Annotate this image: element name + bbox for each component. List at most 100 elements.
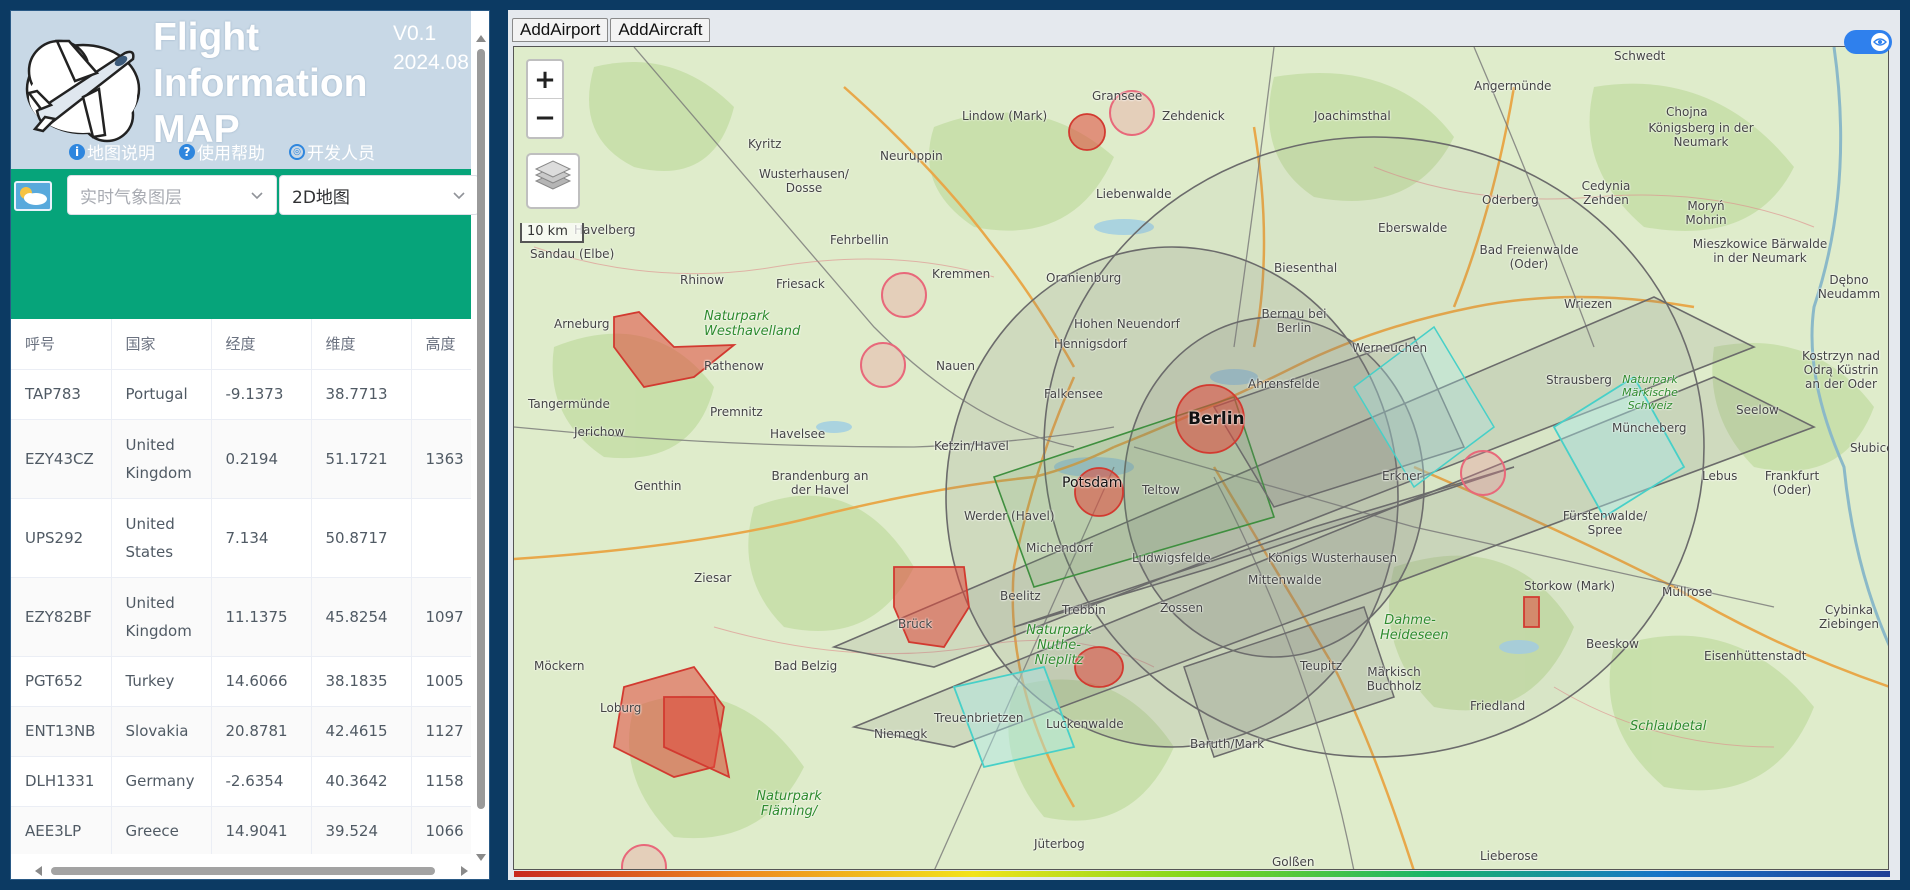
place-label: Kyritz [748, 137, 782, 151]
usage-help-label: 使用帮助 [197, 144, 265, 164]
cell-longitude: 7.134 [211, 498, 312, 578]
place-label: Premnitz [710, 405, 763, 419]
usage-help-link[interactable]: ? 使用帮助 [179, 139, 265, 164]
park-label: Naturpark Märkische Schweiz [1622, 373, 1678, 412]
place-label: Werder (Havel) [964, 509, 1055, 523]
cell-callsign: TAP783 [11, 369, 112, 420]
col-latitude[interactable]: 维度 [311, 319, 412, 370]
place-label: Rhinow [680, 273, 725, 287]
place-label: Gransee [1092, 89, 1143, 103]
map-guide-link[interactable]: i 地图说明 [69, 139, 155, 164]
airplane-cloud-logo [25, 39, 141, 143]
cell-country: United Kingdom [111, 577, 212, 657]
scrollbar-thumb[interactable] [51, 867, 435, 875]
table-vertical-scrollbar[interactable] [473, 35, 489, 861]
cell-callsign: PGT652 [11, 656, 112, 707]
map-type-value: 2D地图 [292, 187, 350, 208]
cell-callsign: ENT13NB [11, 706, 112, 757]
place-label: Fürstenwalde/ Spree [1562, 509, 1648, 537]
layer-switcher-button[interactable] [526, 153, 580, 209]
place-label: Cybinka Ziebingen [1818, 603, 1880, 631]
zoom-control: + − [526, 59, 564, 139]
table-row[interactable]: AEE3LP Greece 14.9041 39.524 1066 [11, 806, 471, 854]
flight-table: 呼号 国家 经度 维度 高度 TAP783 Portugal -9.1373 3… [11, 319, 471, 854]
scrollbar-thumb[interactable] [477, 49, 485, 809]
scroll-down-arrow-icon[interactable] [476, 854, 486, 861]
cell-callsign: DLH1331 [11, 756, 112, 807]
zoom-out-button[interactable]: − [528, 99, 562, 137]
place-label: Teupitz [1300, 659, 1343, 673]
weather-layer-button[interactable] [14, 181, 52, 211]
place-label: Angermünde [1474, 79, 1552, 93]
cell-latitude: 45.8254 [311, 577, 412, 657]
info-icon: i [69, 143, 85, 160]
weather-icon [20, 187, 47, 205]
place-label: Frankfurt (Oder) [1764, 469, 1820, 497]
place-label: Słubice [1850, 441, 1888, 455]
help-icon: ? [179, 143, 195, 160]
table-row[interactable]: DLH1331 Germany -2.6354 40.3642 1158 [11, 756, 471, 807]
cell-country: Portugal [111, 369, 212, 420]
table-row[interactable]: ENT13NB Slovakia 20.8781 42.4615 1127 [11, 706, 471, 757]
place-label: Oderberg [1482, 193, 1539, 207]
cell-country: United States [111, 498, 212, 578]
place-label: Möckern [534, 659, 585, 673]
place-label: Erkner [1382, 469, 1422, 483]
add-aircraft-button[interactable]: AddAircraft [610, 18, 711, 42]
developers-link[interactable]: ◎ 开发人员 [289, 139, 375, 164]
table-horizontal-scrollbar[interactable] [11, 863, 471, 879]
place-label: Jüterbog [1034, 837, 1085, 851]
table-header-row: 呼号 国家 经度 维度 高度 [11, 319, 471, 370]
map-canvas[interactable]: Schwedt Angermünde Gransee Zehdenick Joa… [513, 46, 1889, 870]
table-row[interactable]: EZY82BF United Kingdom 11.1375 45.8254 1… [11, 577, 471, 657]
place-label: Liebenwalde [1096, 187, 1172, 201]
place-label: Strausberg [1546, 373, 1612, 387]
weather-layer-placeholder: 实时气象图层 [80, 187, 182, 208]
visibility-toggle[interactable] [1844, 30, 1892, 54]
weather-layer-select[interactable]: 实时气象图层 [67, 175, 277, 215]
add-airport-button[interactable]: AddAirport [512, 18, 609, 42]
map-toolbar: AddAirport AddAircraft [512, 18, 711, 42]
cell-longitude: 0.2194 [211, 419, 312, 499]
col-callsign[interactable]: 呼号 [11, 319, 112, 370]
place-label: Neuruppin [880, 149, 943, 163]
flight-info-panel: Flight Information MAP V0.1 2024.08 i 地图… [10, 10, 490, 880]
place-label: Baruth/Mark [1190, 737, 1265, 751]
place-label: Moryń Mohrin [1685, 199, 1727, 227]
place-label: Zossen [1160, 601, 1204, 615]
place-label: Wusterhausen/ Dosse [759, 167, 849, 195]
table-row[interactable]: EZY43CZ United Kingdom 0.2194 51.1721 13… [11, 419, 471, 499]
scroll-left-arrow-icon[interactable] [35, 866, 42, 876]
table-row[interactable]: UPS292 United States 7.134 50.8717 [11, 498, 471, 578]
scroll-right-arrow-icon[interactable] [461, 866, 468, 876]
place-label: Königsberg in der Neumark [1648, 121, 1754, 149]
cell-latitude: 50.8717 [311, 498, 412, 578]
cell-altitude: 1005 [411, 656, 471, 707]
zoom-in-button[interactable]: + [528, 61, 562, 99]
cell-longitude: -9.1373 [211, 369, 312, 420]
version-info: V0.1 2024.08 [393, 19, 469, 77]
scroll-up-arrow-icon[interactable] [476, 35, 486, 42]
place-label: Dębno Neudamm [1817, 273, 1881, 301]
city-label: Potsdam [1062, 475, 1123, 491]
altitude-color-legend [514, 871, 1890, 877]
table-row[interactable]: PGT652 Turkey 14.6066 38.1835 1005 [11, 656, 471, 707]
place-label: Sandau (Elbe) [530, 247, 615, 261]
app-title: Flight Information MAP [153, 16, 368, 151]
map-type-select[interactable]: 2D地图 [279, 175, 479, 215]
place-label: Müncheberg [1612, 421, 1687, 435]
place-label: Falkensee [1044, 387, 1104, 401]
place-label: Königs Wusterhausen [1268, 551, 1398, 565]
cell-latitude: 42.4615 [311, 706, 412, 757]
col-country[interactable]: 国家 [111, 319, 212, 370]
park-label: Naturpark Fläming/ [756, 789, 822, 819]
park-label: Schlaubetal [1630, 719, 1707, 734]
table-row[interactable]: TAP783 Portugal -9.1373 38.7713 [11, 369, 471, 420]
place-label: Trebbin [1062, 603, 1106, 617]
col-altitude[interactable]: 高度 [411, 319, 471, 370]
place-label: Fehrbellin [830, 233, 889, 247]
cell-altitude [411, 369, 471, 420]
place-label: Kostrzyn nad Odrą Küstrin an der Oder [1802, 349, 1880, 391]
version-date: 2024.08 [393, 51, 469, 74]
col-longitude[interactable]: 经度 [211, 319, 312, 370]
